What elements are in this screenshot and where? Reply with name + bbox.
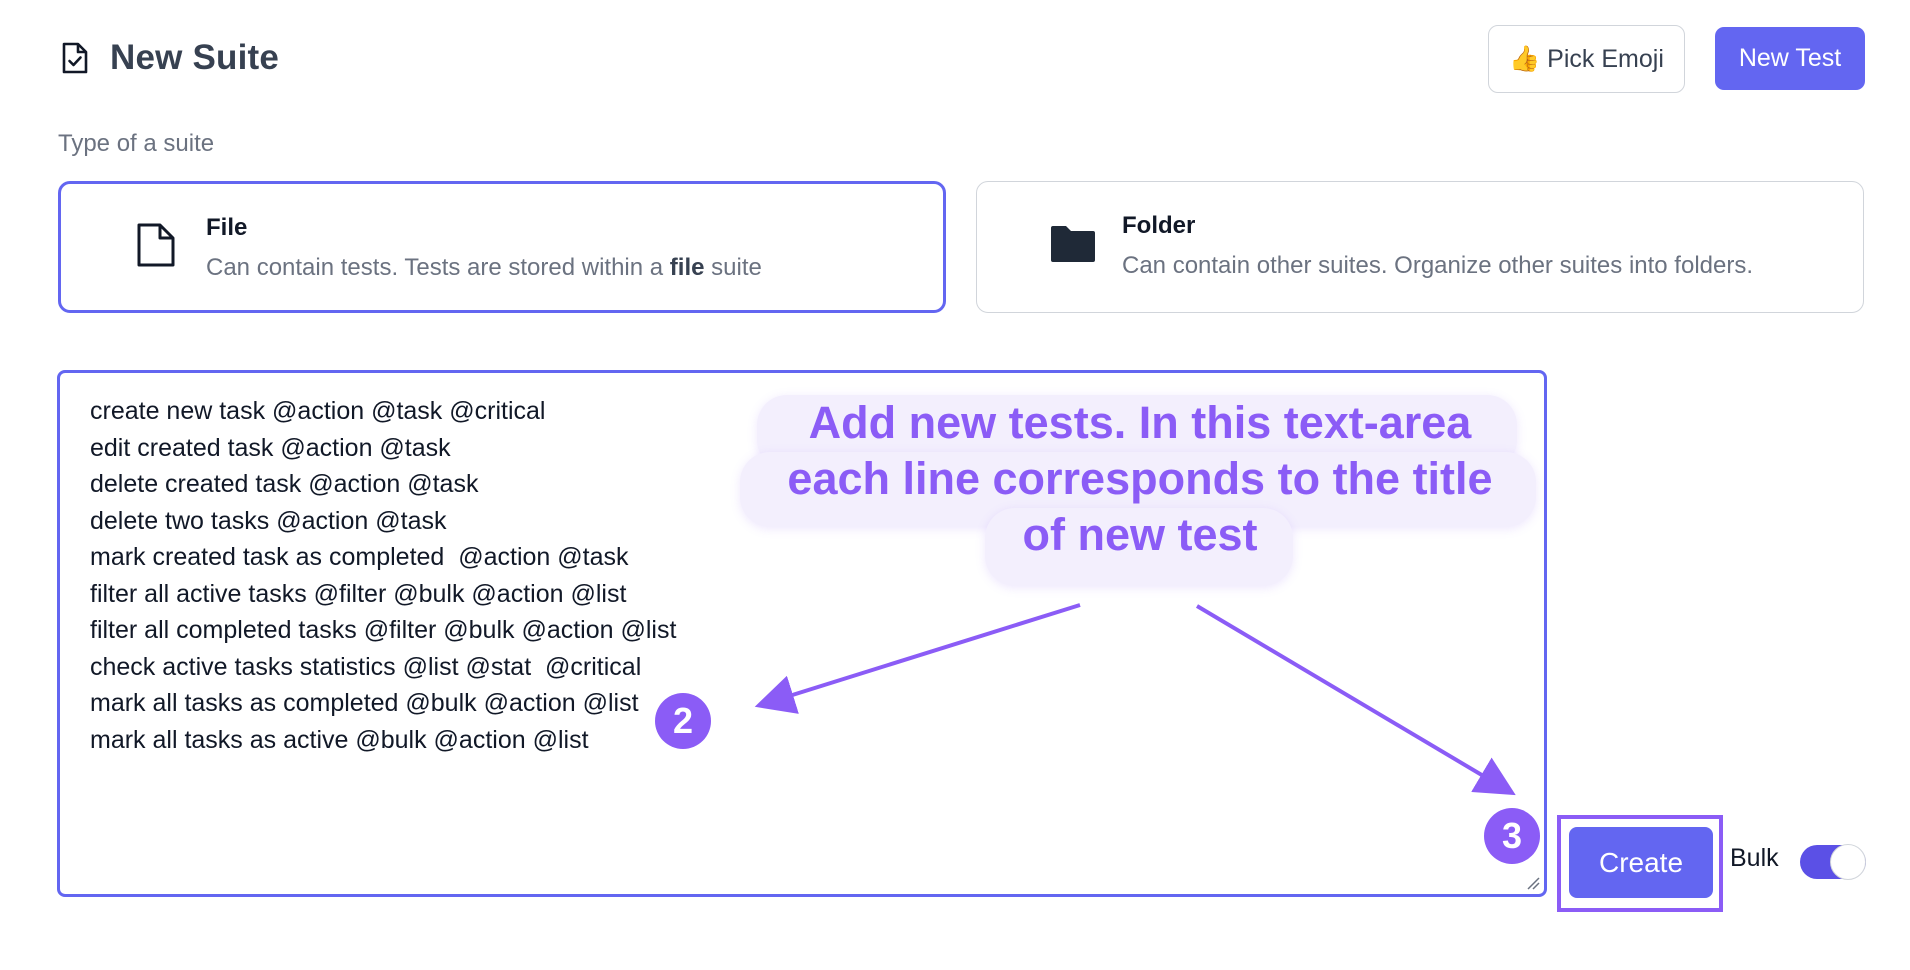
test-line: mark all tasks as completed @bulk @actio… (90, 689, 639, 717)
folder-option-description: Can contain other suites. Organize other… (1122, 252, 1754, 279)
step-badge-2: 2 (655, 693, 711, 749)
resize-handle-icon[interactable] (1526, 876, 1540, 890)
suite-type-folder-option[interactable]: Folder Can contain other suites. Organiz… (976, 181, 1864, 313)
test-line: mark all tasks as active @bulk @action @… (90, 725, 589, 754)
page-header: New Suite (60, 38, 279, 78)
test-line: filter all completed tasks @filter @bulk… (90, 616, 677, 644)
folder-option-title: Folder (1122, 212, 1196, 239)
new-test-button[interactable]: New Test (1715, 27, 1865, 90)
create-button[interactable]: Create (1569, 827, 1713, 898)
file-icon (137, 223, 175, 267)
new-suite-page: New Suite 👍 Pick Emoji New Test Type of … (0, 0, 1910, 970)
folder-option-text: Folder Can contain other suites. Organiz… (1122, 212, 1753, 280)
suite-type-file-option[interactable]: File Can contain tests. Tests are stored… (58, 181, 946, 313)
document-check-icon (62, 42, 88, 74)
callout-line: each line corresponds to the title (787, 453, 1493, 504)
toggle-knob (1830, 844, 1866, 880)
bulk-toggle[interactable] (1800, 844, 1866, 880)
pick-emoji-button[interactable]: 👍 Pick Emoji (1488, 25, 1685, 93)
step-badge-3: 3 (1484, 808, 1540, 864)
file-desc-bold: file (669, 254, 705, 281)
file-option-text: File Can contain tests. Tests are stored… (206, 214, 762, 282)
callout-line: Add new tests. In this text-area (808, 397, 1472, 448)
annotation-callout: Add new tests. In this text-area each li… (740, 395, 1540, 563)
file-option-description: Can contain tests. Tests are stored with… (206, 254, 762, 282)
page-title: New Suite (110, 38, 280, 77)
file-desc-suffix: suite (704, 254, 762, 281)
folder-icon (1051, 226, 1095, 262)
test-line: check active tasks statistics @list @sta… (90, 652, 642, 681)
suite-type-label: Type of a suite (58, 130, 215, 157)
file-desc-text: Can contain tests. Tests are stored with… (206, 254, 670, 281)
callout-line: of new test (1022, 509, 1258, 560)
file-option-title: File (206, 214, 248, 241)
test-line: filter all active tasks @filter @bulk @a… (90, 579, 627, 608)
bulk-label: Bulk (1730, 844, 1779, 872)
